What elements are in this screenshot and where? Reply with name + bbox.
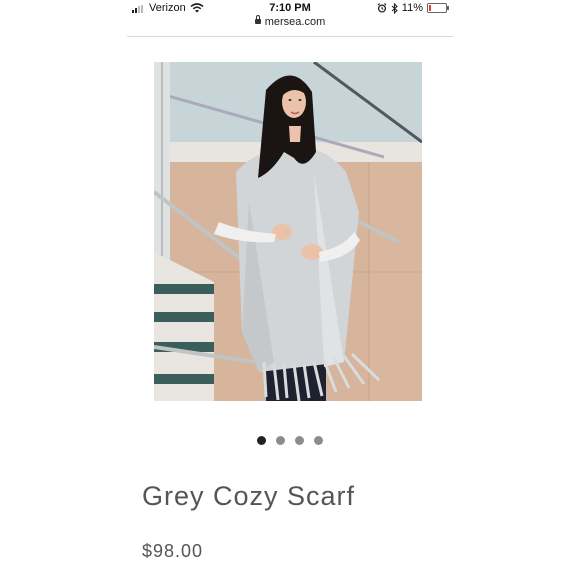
carousel-dot-2[interactable] [276,436,285,445]
product-image[interactable] [154,62,422,401]
battery-percent: 11% [401,2,423,14]
bluetooth-icon [391,2,398,14]
product-title: Grey Cozy Scarf [142,481,356,511]
address-bar[interactable]: mersea.com [127,15,453,34]
product-price: $98.00 [142,541,204,561]
status-right-group: 11% [377,2,449,14]
carousel-dots [127,436,453,446]
lock-icon [254,15,261,24]
alarm-icon [377,3,387,13]
carousel-dot-4[interactable] [314,436,323,445]
status-bar: Verizon 7:10 PM 11% [127,0,453,16]
mobile-screen: Verizon 7:10 PM 11% mersea.com Grey Cozy… [127,0,453,580]
page: Verizon 7:10 PM 11% mersea.com Grey Cozy… [0,0,580,580]
carousel-dot-1[interactable] [257,436,266,445]
header-divider [127,36,453,37]
url-text: mersea.com [264,16,326,28]
carousel-dot-3[interactable] [295,436,304,445]
battery-level-fill [429,5,431,11]
battery-icon [427,3,449,13]
product-photo [154,62,422,401]
